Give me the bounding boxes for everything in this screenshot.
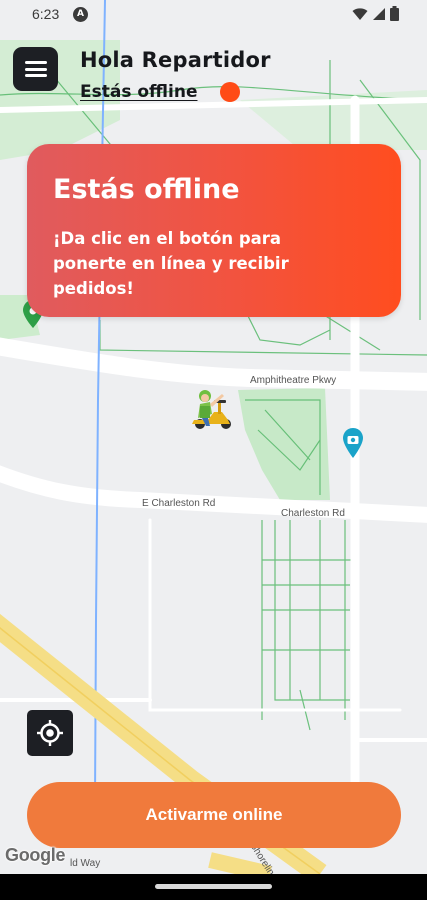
offline-status-link[interactable]: Estás offline [80,82,197,102]
road-label-charleston-west: E Charleston Rd [142,498,215,509]
home-gesture-handle[interactable] [155,884,272,889]
road-label-way: ld Way [70,858,100,869]
hamburger-icon [24,61,47,77]
app-screen: Amphitheatre Pkwy E Charleston Rd Charle… [0,0,427,900]
battery-icon [390,6,399,21]
status-time: 6:23 [32,6,60,22]
navigation-bar [0,874,427,900]
a-badge-icon: A [73,7,88,22]
activate-online-button[interactable]: Activarme online [27,782,401,848]
greeting-title: Hola Repartidor [80,48,271,72]
system-icons [352,6,399,21]
locate-me-button[interactable] [27,710,73,756]
status-bar: 6:23 A [0,0,427,30]
delivery-scooter-icon[interactable] [188,380,234,432]
offline-card-title: Estás offline [53,174,240,205]
google-logo: Google [5,845,66,865]
offline-card: Estás offline ¡Da clic en el botón para … [27,144,401,317]
offline-status-dot [220,82,240,102]
wifi-icon [352,7,368,20]
road-label-amphitheatre: Amphitheatre Pkwy [250,375,336,386]
gps-crosshair-icon [37,720,63,746]
offline-card-message: ¡Da clic en el botón para ponerte en lín… [53,229,289,298]
signal-icon [373,7,385,20]
road-label-charleston-east: Charleston Rd [281,508,345,519]
menu-button[interactable] [13,47,58,91]
